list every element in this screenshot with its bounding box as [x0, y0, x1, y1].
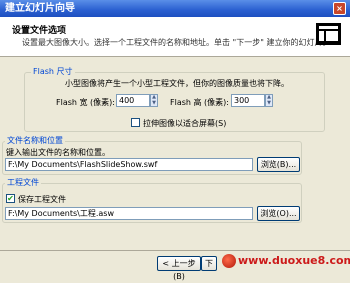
- back-button[interactable]: < 上一步(B): [157, 256, 201, 281]
- flash-width-input[interactable]: 400: [116, 94, 150, 107]
- slideshow-layout-icon: [316, 23, 341, 45]
- spin-down-icon[interactable]: ▼: [266, 100, 272, 107]
- project-file-label: 工程文件: [5, 177, 41, 188]
- watermark-text: www.duoxue8.com: [238, 254, 350, 267]
- flash-height-spinner[interactable]: ▲ ▼: [265, 94, 273, 107]
- flash-height-label: Flash 高 (像素):: [170, 98, 229, 107]
- window-title: 建立幻灯片向导: [5, 3, 75, 14]
- stretch-label: 拉伸图像以适合屏幕(S): [143, 119, 227, 128]
- save-project-checkbox[interactable]: ✔: [6, 194, 15, 203]
- flash-width-spinner[interactable]: ▲ ▼: [150, 94, 158, 107]
- output-path-input[interactable]: F:\My Documents\FlashSlideShow.swf: [5, 158, 253, 171]
- flash-width-label: Flash 宽 (像素):: [56, 98, 115, 107]
- flash-size-hint: 小型图像将产生一个小型工程文件，但你的图像质量也将下降。: [65, 79, 289, 88]
- save-project-label: 保存工程文件: [18, 195, 66, 204]
- wizard-window: 建立幻灯片向导 × 设置文件选项 设置最大图像大小。选择一个工程文件的名称和地址…: [0, 0, 350, 281]
- page-title: 设置文件选项: [12, 26, 67, 36]
- title-bar[interactable]: 建立幻灯片向导 ×: [0, 0, 350, 17]
- output-file-label: 文件名称和位置: [5, 135, 65, 146]
- spin-down-icon[interactable]: ▼: [151, 100, 157, 107]
- wizard-header: 设置文件选项 设置最大图像大小。选择一个工程文件的名称和地址。单击 "下一步" …: [0, 17, 350, 57]
- close-button[interactable]: ×: [333, 2, 346, 15]
- next-button[interactable]: 下: [201, 256, 217, 271]
- output-file-prompt: 键入输出文件的名称和位置。: [6, 148, 110, 157]
- stretch-checkbox[interactable]: [131, 118, 140, 127]
- project-path-input[interactable]: F:\My Documents\工程.asw: [5, 207, 253, 220]
- watermark-logo-icon: [222, 254, 236, 268]
- flash-size-label: Flash 尺寸: [31, 66, 75, 77]
- browse-project-button[interactable]: 浏览(O)...: [257, 206, 300, 221]
- page-description: 设置最大图像大小。选择一个工程文件的名称和地址。单击 "下一步" 建立你的幻灯片…: [22, 38, 331, 47]
- footer-divider: [0, 250, 350, 251]
- browse-output-button[interactable]: 浏览(B)...: [257, 157, 300, 172]
- flash-height-input[interactable]: 300: [231, 94, 265, 107]
